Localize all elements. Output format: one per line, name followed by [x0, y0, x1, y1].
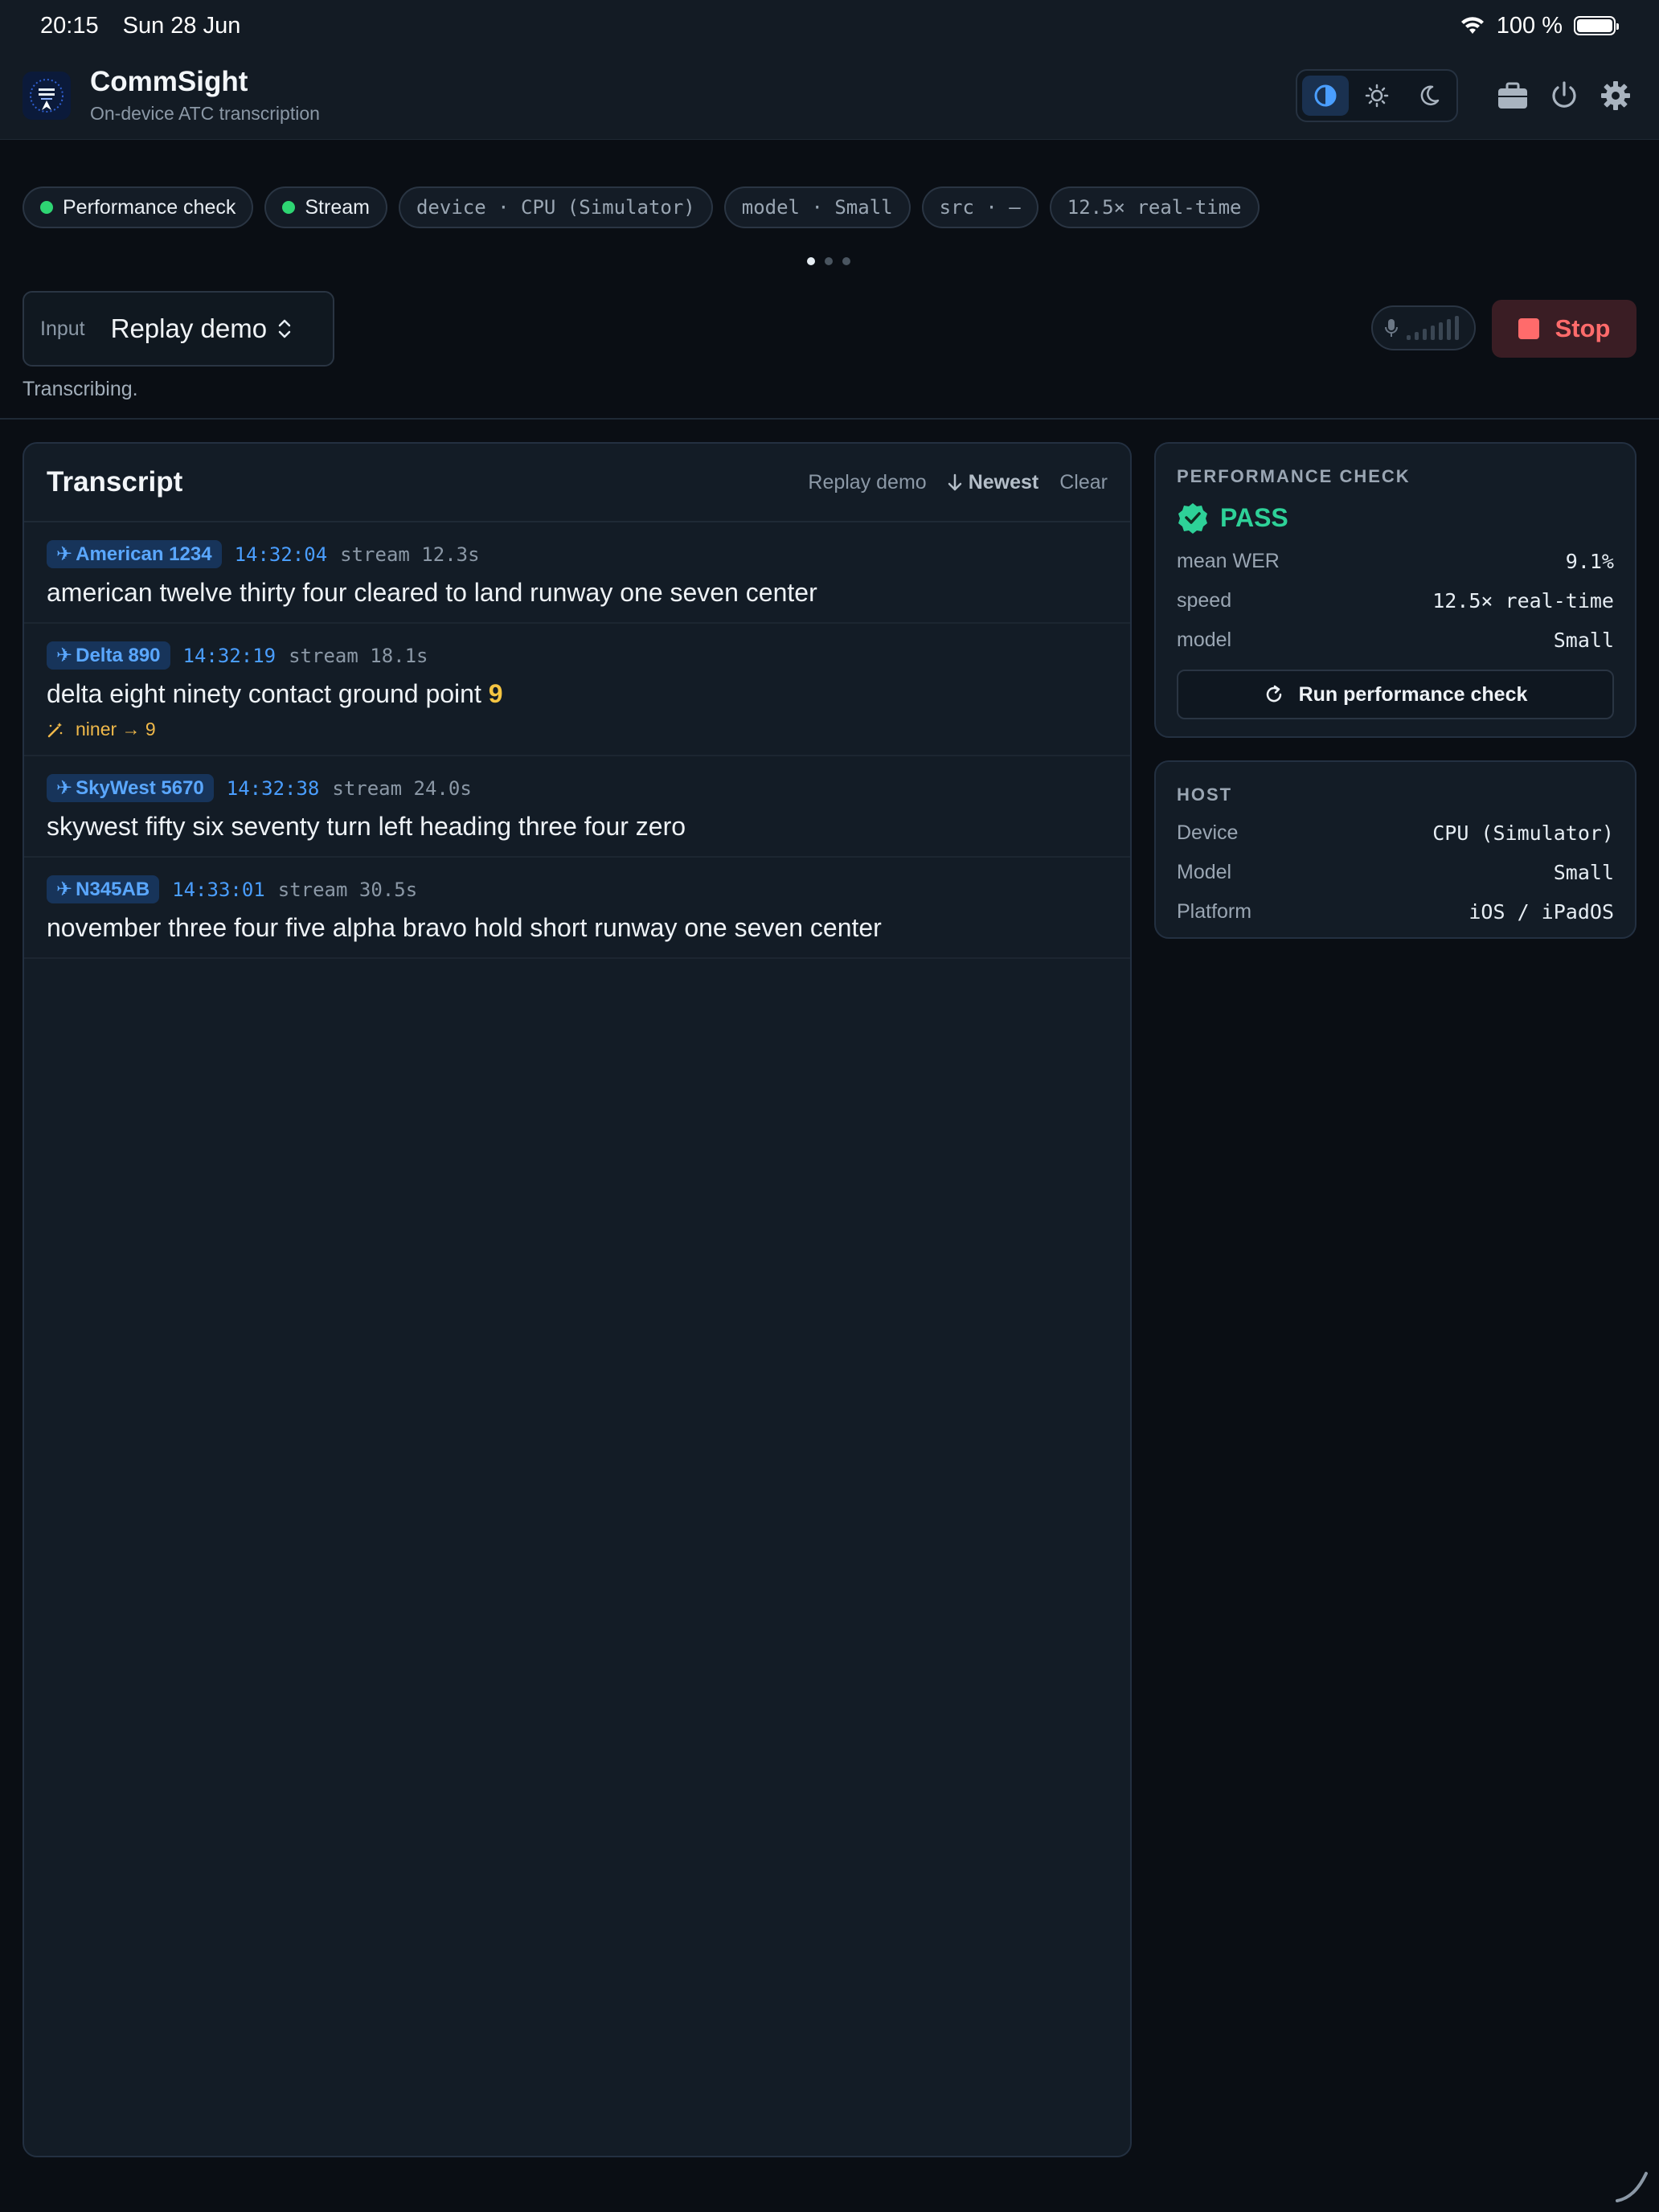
run-performance-check-button[interactable]: Run performance check	[1177, 670, 1614, 719]
status-chips: Performance check Stream device · CPU (S…	[23, 186, 1260, 228]
status-bar: 20:15 Sun 28 Jun 100 %	[0, 0, 1659, 51]
app-title: CommSight	[90, 66, 248, 97]
transcript-title: Transcript	[47, 466, 183, 498]
power-icon	[1552, 80, 1576, 108]
page-dot	[807, 257, 815, 265]
chip-device: device · CPU (Simulator)	[398, 186, 713, 228]
plane-icon: ✈	[56, 777, 73, 799]
theme-auto-button[interactable]	[1302, 75, 1349, 116]
theme-switcher	[1296, 68, 1458, 122]
corrected-token: 9	[488, 679, 503, 708]
stop-icon	[1518, 318, 1539, 339]
wifi-icon	[1460, 17, 1484, 34]
host-card: HOST Device CPU (Simulator) Model Small …	[1154, 760, 1636, 939]
callsign-badge: ✈ N345AB	[47, 875, 160, 903]
magic-wand-icon	[47, 722, 63, 737]
entry-time: 14:32:38	[226, 776, 320, 800]
performance-heading: PERFORMANCE CHECK	[1177, 466, 1411, 486]
clear-button[interactable]: Clear	[1059, 471, 1108, 494]
input-label: Input	[40, 317, 85, 340]
chip-source: src · —	[921, 186, 1038, 228]
status-text: Transcribing.	[23, 378, 138, 400]
level-bars	[1407, 316, 1459, 340]
sort-newest-button[interactable]: Newest	[948, 471, 1038, 494]
settings-button[interactable]	[1595, 75, 1636, 117]
host-heading: HOST	[1177, 784, 1233, 805]
status-time: 20:15	[40, 12, 99, 39]
chevron-updown-icon	[278, 319, 291, 338]
verified-badge-icon	[1178, 503, 1207, 534]
sun-icon	[1365, 84, 1389, 107]
metric-row: model Small	[1177, 629, 1614, 652]
input-selector[interactable]: Input Replay demo	[23, 291, 334, 367]
chip-speed: 12.5× real-time	[1049, 186, 1260, 228]
entry-text: november three four five alpha bravo hol…	[47, 913, 882, 942]
battery-percent: 100 %	[1496, 12, 1563, 39]
transcript-header: Transcript Replay demo Newest Clear	[24, 444, 1130, 522]
entry-text: delta eight ninety contact ground point …	[47, 679, 503, 708]
stop-button[interactable]: Stop	[1492, 300, 1636, 358]
app-subtitle: On-device ATC transcription	[90, 103, 320, 124]
performance-card: PERFORMANCE CHECK PASS mean WER 9.1% spe…	[1154, 442, 1636, 738]
metric-row: mean WER 9.1%	[1177, 550, 1614, 573]
transcript-entry[interactable]: ✈ Delta 890 14:32:19 stream 18.1s delta …	[24, 624, 1130, 756]
correction-note: niner → 9	[47, 719, 1108, 740]
entry-stream: stream 30.5s	[277, 878, 418, 901]
entry-text: skywest fifty six seventy turn left head…	[47, 812, 686, 841]
callsign-badge: ✈ Delta 890	[47, 641, 170, 670]
briefcase-button[interactable]	[1492, 75, 1534, 117]
metric-row: speed 12.5× real-time	[1177, 589, 1614, 612]
chip-model: model · Small	[723, 186, 911, 228]
input-value: Replay demo	[110, 313, 268, 343]
transcript-entry[interactable]: ✈ N345AB 14:33:01 stream 30.5s november …	[24, 858, 1130, 959]
status-dot-icon	[40, 201, 53, 214]
resize-handle-icon[interactable]	[1611, 2165, 1651, 2206]
callsign-badge: ✈ SkyWest 5670	[47, 774, 214, 802]
app-header: CommSight On-device ATC transcription	[0, 51, 1659, 140]
entry-stream: stream 18.1s	[289, 644, 428, 667]
transcript-entry[interactable]: ✈ American 1234 14:32:04 stream 12.3s am…	[24, 522, 1130, 624]
host-row: Device CPU (Simulator)	[1177, 821, 1614, 845]
page-indicator[interactable]	[807, 257, 850, 265]
entry-time: 14:32:19	[182, 644, 276, 667]
host-row: Model Small	[1177, 861, 1614, 884]
plane-icon: ✈	[56, 543, 73, 565]
host-row: Platform iOS / iPadOS	[1177, 900, 1614, 924]
page-dot	[842, 257, 850, 265]
briefcase-icon	[1498, 82, 1527, 109]
replay-demo-button[interactable]: Replay demo	[808, 471, 926, 494]
plane-icon: ✈	[56, 879, 73, 900]
arrow-down-icon	[948, 473, 961, 491]
entry-time: 14:33:01	[172, 878, 265, 901]
chip-stream[interactable]: Stream	[264, 186, 387, 228]
divider	[0, 418, 1659, 420]
page-dot	[825, 257, 833, 265]
moon-icon	[1420, 85, 1440, 105]
status-dot-icon	[282, 201, 296, 214]
callsign-badge: ✈ American 1234	[47, 540, 222, 568]
contrast-icon	[1314, 84, 1337, 106]
entry-time: 14:32:04	[234, 543, 328, 566]
entry-stream: stream 12.3s	[340, 543, 480, 566]
microphone-icon	[1385, 319, 1398, 337]
transcript-panel: Transcript Replay demo Newest Clear ✈ Am…	[23, 442, 1132, 2157]
entry-stream: stream 24.0s	[332, 776, 472, 800]
plane-icon: ✈	[56, 645, 73, 666]
refresh-icon	[1266, 685, 1281, 703]
status-date: Sun 28 Jun	[122, 12, 241, 39]
entry-text: american twelve thirty four cleared to l…	[47, 578, 817, 607]
performance-result: PASS	[1177, 502, 1614, 534]
theme-light-button[interactable]	[1354, 76, 1400, 116]
transcript-entry[interactable]: ✈ SkyWest 5670 14:32:38 stream 24.0s sky…	[24, 756, 1130, 858]
mic-level-meter	[1371, 305, 1476, 350]
gear-icon	[1601, 80, 1630, 110]
app-logo-icon	[23, 71, 71, 120]
power-button[interactable]	[1543, 75, 1585, 117]
battery-icon	[1574, 16, 1619, 35]
chip-performance-check[interactable]: Performance check	[23, 186, 254, 228]
theme-dark-button[interactable]	[1405, 76, 1452, 116]
